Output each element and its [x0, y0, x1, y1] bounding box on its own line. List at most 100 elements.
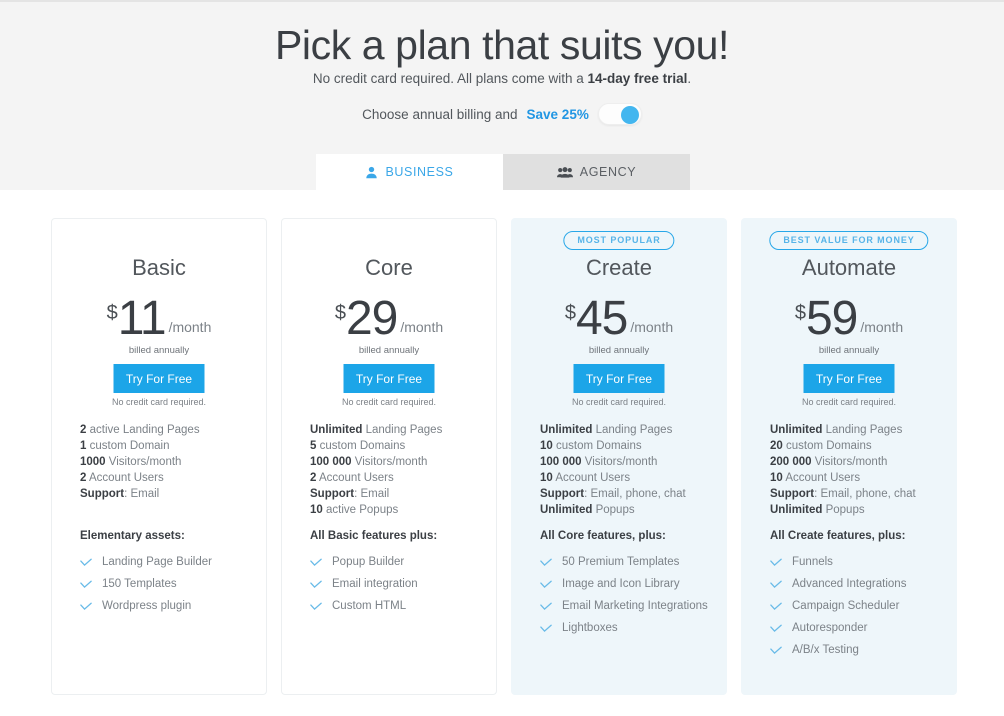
price-period: /month: [400, 319, 444, 335]
tab-business[interactable]: BUSINESS: [316, 154, 503, 190]
check-icon: [770, 646, 782, 655]
feature-list: 50 Premium Templates Image and Icon Libr…: [540, 551, 712, 639]
spec-item: Unlimited Landing Pages: [310, 424, 443, 436]
currency-symbol: $: [106, 302, 118, 324]
pricing-card-automate: BEST VALUE FOR MONEY Automate $ 59 /mont…: [741, 218, 957, 695]
cta-note: No credit card required.: [111, 397, 207, 407]
check-icon: [80, 602, 92, 611]
pricing-card-core: Core $ 29 /month billed annually Try For…: [281, 218, 497, 695]
pricing-cards: Basic $ 11 /month billed annually Try Fo…: [0, 218, 1004, 696]
list-item: Campaign Scheduler: [770, 595, 942, 617]
list-item: Custom HTML: [310, 595, 482, 617]
check-icon: [770, 602, 782, 611]
tab-agency[interactable]: AGENCY: [503, 154, 690, 190]
tab-agency-label: AGENCY: [579, 165, 637, 179]
price-period: /month: [168, 319, 212, 335]
billing-toggle-row: Choose annual billing and Save 25%: [0, 103, 1004, 125]
check-icon: [310, 580, 322, 589]
price-period: /month: [860, 319, 904, 335]
spec-item: 2 active Landing Pages: [80, 424, 200, 436]
try-for-free-button[interactable]: Try For Free: [113, 364, 205, 393]
list-item: Wordpress plugin: [80, 595, 252, 617]
price-amount: 29: [345, 292, 398, 345]
feature-group-title: All Basic features plus:: [310, 530, 438, 542]
pricing-card-basic: Basic $ 11 /month billed annually Try Fo…: [51, 218, 267, 695]
annual-billing-toggle[interactable]: [597, 103, 642, 125]
plan-name: Create: [585, 255, 653, 280]
billed-note: billed annually: [818, 345, 880, 356]
spec-item: Support: Email: [310, 488, 390, 500]
currency-symbol: $: [794, 302, 806, 324]
check-icon: [770, 624, 782, 633]
pricing-card-create: MOST POPULAR Create $ 45 /month billed a…: [511, 218, 727, 695]
price-period: /month: [630, 319, 674, 335]
price-amount: 45: [575, 292, 628, 345]
status-badge: BEST VALUE FOR MONEY: [769, 231, 929, 250]
toggle-knob: [620, 106, 639, 124]
spec-item: 1 custom Domain: [80, 440, 170, 452]
spec-item: Unlimited Popups: [540, 504, 635, 516]
plan-type-tabs: BUSINESS AGENCY: [316, 154, 690, 190]
cta-note: No credit card required.: [341, 397, 437, 407]
status-badge: MOST POPULAR: [563, 231, 675, 250]
list-item: Email integration: [310, 573, 482, 595]
spec-item: 20 custom Domains: [770, 440, 872, 452]
plan-name: Basic: [132, 255, 186, 280]
spec-item: 10 Account Users: [770, 472, 861, 484]
try-for-free-button[interactable]: Try For Free: [803, 364, 895, 393]
spec-item: Support: Email, phone, chat: [540, 488, 686, 500]
check-icon: [770, 580, 782, 589]
spec-item: 200 000 Visitors/month: [770, 456, 888, 468]
feature-list: Funnels Advanced Integrations Campaign S…: [770, 551, 942, 661]
spec-item: 1000 Visitors/month: [80, 456, 182, 468]
check-icon: [80, 580, 92, 589]
try-for-free-button[interactable]: Try For Free: [573, 364, 665, 393]
list-item: Image and Icon Library: [540, 573, 712, 595]
spec-item: 10 Account Users: [540, 472, 631, 484]
spec-item: 10 custom Domains: [540, 440, 642, 452]
spec-item: 2 Account Users: [310, 472, 394, 484]
check-icon: [540, 624, 552, 633]
billing-label: Choose annual billing and: [362, 106, 518, 122]
person-icon: [365, 166, 378, 179]
page-title: Pick a plan that suits you!: [274, 22, 730, 68]
try-for-free-button[interactable]: Try For Free: [343, 364, 435, 393]
hero-subtitle: No credit card required. All plans come …: [0, 71, 1004, 86]
plan-specs: 2 active Landing Pages 1 custom Domain 1…: [80, 422, 248, 502]
spec-item: 100 000 Visitors/month: [310, 456, 428, 468]
spec-item: Unlimited Landing Pages: [540, 424, 673, 436]
cta-note: No credit card required.: [571, 397, 667, 407]
plan-specs: Unlimited Landing Pages 5 custom Domains…: [310, 422, 478, 518]
feature-list: Popup Builder Email integration Custom H…: [310, 551, 482, 617]
spec-item: Support: Email: [80, 488, 160, 500]
list-item: Autoresponder: [770, 617, 942, 639]
plan-price: $ 29 /month: [282, 292, 496, 345]
plan-specs: Unlimited Landing Pages 20 custom Domain…: [770, 422, 938, 518]
billing-save-link[interactable]: Save 25%: [527, 107, 589, 122]
plan-name: Automate: [801, 255, 897, 280]
feature-list: Landing Page Builder 150 Templates Wordp…: [80, 551, 252, 617]
list-item: Email Marketing Integrations: [540, 595, 712, 617]
spec-item: 100 000 Visitors/month: [540, 456, 658, 468]
check-icon: [770, 558, 782, 567]
people-group-icon: [556, 166, 573, 179]
list-item: Advanced Integrations: [770, 573, 942, 595]
plan-price: $ 45 /month: [512, 292, 726, 345]
list-item: Funnels: [770, 551, 942, 573]
tab-business-label: BUSINESS: [385, 165, 454, 179]
check-icon: [540, 580, 552, 589]
billed-note: billed annually: [358, 345, 420, 356]
spec-item: Unlimited Popups: [770, 504, 865, 516]
list-item: A/B/x Testing: [770, 639, 942, 661]
hero-subtitle-suffix: .: [687, 71, 692, 86]
price-amount: 59: [805, 292, 858, 345]
list-item: 50 Premium Templates: [540, 551, 712, 573]
spec-item: Unlimited Landing Pages: [770, 424, 903, 436]
check-icon: [540, 558, 552, 567]
plan-price: $ 59 /month: [742, 292, 956, 345]
cta-note: No credit card required.: [801, 397, 897, 407]
list-item: Landing Page Builder: [80, 551, 252, 573]
list-item: Lightboxes: [540, 617, 712, 639]
hero-subtitle-highlight: 14-day free trial: [587, 71, 688, 86]
check-icon: [80, 558, 92, 567]
